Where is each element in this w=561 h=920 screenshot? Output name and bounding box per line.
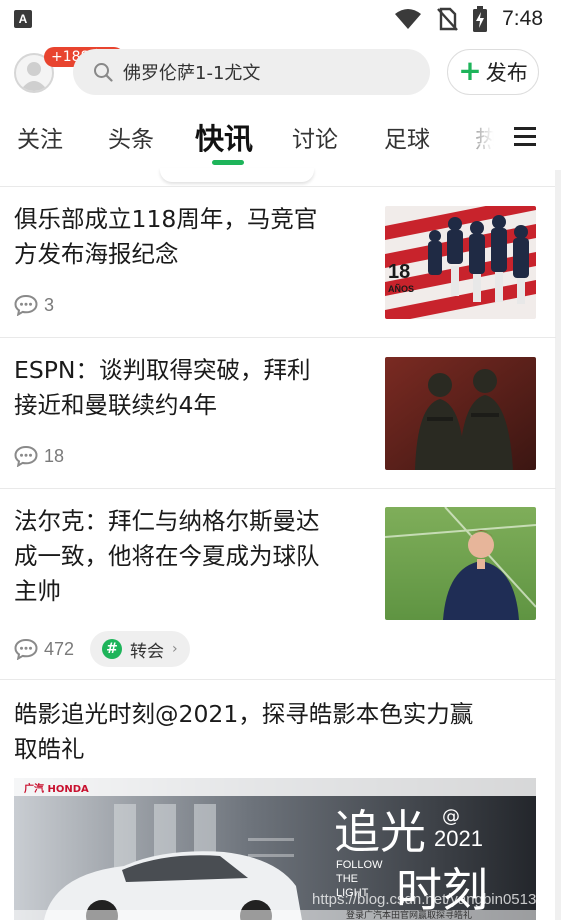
search-suggestion-text: 佛罗伦萨1-1尤文 [123,63,261,84]
svg-text:18: 18 [388,261,410,283]
hashtag-icon: # [102,639,123,659]
comment-meta: 18 [14,442,64,470]
active-tab-underline [212,160,244,165]
news-item[interactable]: ESPN：谈判取得突破，拜利 接近和曼联续约4年 18 [0,338,556,488]
comment-icon [14,445,38,467]
tab-follow[interactable]: 关注 [17,120,63,154]
tab-discussion[interactable]: 讨论 [292,120,338,154]
ad-brand-logo: 广汽 HONDA [24,784,89,795]
svg-text:AÑOS: AÑOS [388,284,414,294]
news-thumbnail-atletico: 18 AÑOS [385,206,536,319]
menu-icon[interactable] [514,127,536,147]
news-thumbnail-players [385,357,536,470]
comment-meta: 3 [14,291,54,319]
status-time: 7:48 [502,7,543,30]
ad-headline-1: 追光 [334,805,426,859]
news-title: ESPN：谈判取得突破，拜利 接近和曼联续约4年 [14,356,311,419]
wifi-icon [395,9,422,29]
comment-count: 18 [44,445,65,466]
comment-meta: 472 # 转会 › [14,631,190,667]
publish-button[interactable]: + 发布 [447,49,539,95]
ad-year: 2021 [434,826,483,851]
search-input[interactable]: 佛罗伦萨1-1尤文 [73,49,430,95]
search-icon [94,63,113,82]
news-item[interactable]: 法尔克：拜仁与纳格尔斯曼达 成一致，他将在今夏成为球队 主帅 472 # 转会 … [0,489,556,679]
tab-indicator-shadow [160,168,314,182]
plus-icon: + [458,54,482,87]
app-notification-icon: A [14,10,32,28]
watermark: https://blog.csdn.net/yangbin0513 [312,891,537,908]
comment-count: 472 [44,638,75,659]
news-title: 俱乐部成立118周年，马竞官 方发布海报纪念 [14,205,318,268]
ad-title: 皓影追光时刻@2021，探寻皓影本色实力赢 取皓礼 [14,700,474,763]
tab-headlines[interactable]: 头条 [108,120,154,154]
news-item[interactable]: 俱乐部成立118周年，马竞官 方发布海报纪念 3 18 AÑOS [0,187,556,337]
status-bar: A 7:48 [0,0,561,38]
tab-flash-news[interactable]: 快讯 [195,116,253,158]
news-title: 法尔克：拜仁与纳格尔斯曼达 成一致，他将在今夏成为球队 主帅 [14,507,320,605]
news-thumbnail-coach [385,507,536,620]
chevron-right-icon: › [172,641,178,657]
battery-charging-icon [473,6,488,32]
tab-football[interactable]: 足球 [384,120,430,154]
status-icons: 7:48 [394,6,543,32]
no-sim-icon [437,7,459,31]
tag-label: 转会 [130,641,165,662]
comment-icon [14,294,38,316]
top-header: +188金币 佛罗伦萨1-1尤文 + 发布 [0,44,561,102]
comment-count: 3 [44,294,55,315]
publish-label: 发布 [485,61,528,85]
ad-at-sign: @ [442,806,460,827]
topic-tag-transfer[interactable]: # 转会 › [90,631,190,667]
comment-icon [14,638,38,660]
channel-tabs: 关注 头条 快讯 讨论 足球 热 [0,110,561,182]
tab-fade-overlay [460,110,508,166]
ad-footer-text: 登录广汽本田官网赢取探寻皓礼 [346,911,473,920]
